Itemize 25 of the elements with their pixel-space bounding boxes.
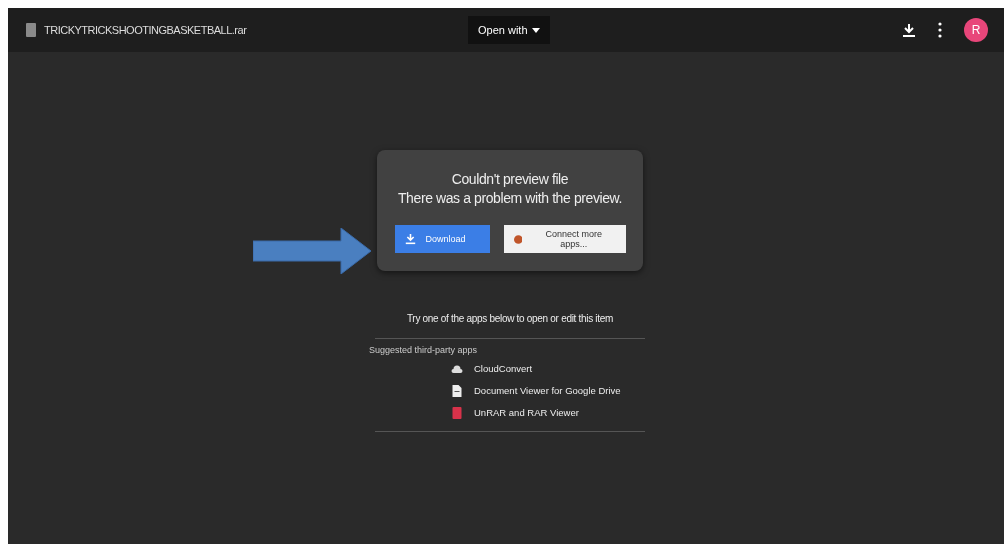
- arrow-icon: [253, 228, 371, 274]
- avatar[interactable]: R: [964, 18, 988, 42]
- more-icon[interactable]: [938, 22, 942, 38]
- file-icon: [26, 23, 36, 37]
- download-icon[interactable]: [902, 22, 916, 38]
- download-icon: [404, 233, 416, 245]
- apps-icon: [513, 234, 523, 244]
- error-title: Couldn't preview file: [451, 170, 569, 189]
- app-name: CloudConvert: [474, 363, 533, 374]
- open-with-button[interactable]: Open with: [468, 16, 550, 44]
- error-message: There was a problem with the preview.: [397, 189, 623, 208]
- document-icon: [451, 384, 463, 397]
- download-button[interactable]: Download: [394, 225, 490, 253]
- apps-heading: Suggested third-party apps: [369, 345, 479, 355]
- app-item[interactable]: CloudConvert: [451, 360, 645, 377]
- caret-icon: [531, 27, 540, 33]
- app-name: UnRAR and RAR Viewer: [474, 407, 579, 418]
- file-name: TRICKYTRICKSHOOTINGBASKETBALL.rar: [44, 24, 247, 36]
- connect-apps-button[interactable]: Connect more apps...: [503, 225, 626, 253]
- archive-icon: [451, 406, 463, 419]
- cloud-icon: [451, 364, 463, 373]
- app-item[interactable]: UnRAR and RAR Viewer: [451, 404, 645, 421]
- app-item[interactable]: Document Viewer for Google Drive: [451, 382, 645, 399]
- app-name: Document Viewer for Google Drive: [474, 385, 621, 396]
- apps-prompt: Try one of the apps below to open or edit this item: [406, 313, 614, 324]
